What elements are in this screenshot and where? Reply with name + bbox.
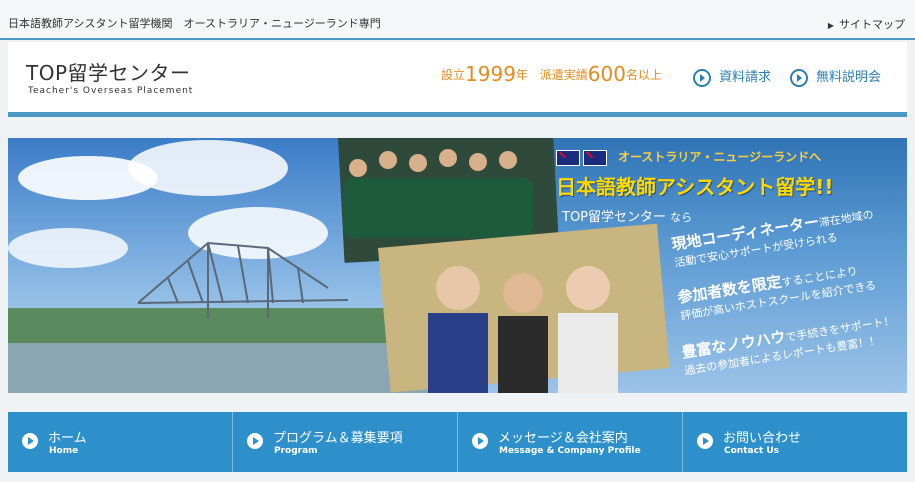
est-prefix: 設立 [441,68,466,82]
site-tagline: 日本語教師アシスタント留学機関 オーストラリア・ニュージーランド専門 [8,17,381,30]
hero-sub-small: なら [670,211,693,224]
main-nav: ホーム Home プログラム＆募集要項 Program メッセージ＆会社案内 M… [8,412,907,472]
record-prefix: 派遣実績 [539,68,588,82]
logo-title[interactable]: TOP留学センター [26,57,191,86]
nav-label-jp: メッセージ＆会社案内 [498,431,628,446]
hero-copy: オーストラリア・ニュージーランドへ 日本語教師アシスタント留学!! TOP留学セ… [8,138,907,393]
hero-sub-main: TOP留学センター [562,210,667,225]
hero-destinations: オーストラリア・ニュージーランドへ [618,150,822,164]
australia-flag-icon [556,150,580,166]
nav-label-en: Message & Company Profile [499,446,641,456]
nav-label-jp: お問い合わせ [723,431,802,446]
hero-banner[interactable]: オーストラリア・ニュージーランドへ 日本語教師アシスタント留学!! TOP留学セ… [8,138,907,393]
nav-program[interactable]: プログラム＆募集要項 Program [233,412,458,472]
feature-limited-participants: 参加者数を限定することにより 評価が高いホストスクールを紹介できる [676,256,877,323]
est-year-unit: 年 [515,68,528,82]
nav-label-jp: ホーム [48,431,87,446]
hero-headline: 日本語教師アシスタント留学!! [556,175,834,199]
logo-subtitle: Teacher's Overseas Placement [28,86,194,96]
top-bar: 日本語教師アシスタント留学機関 オーストラリア・ニュージーランド専門 ▶ サイトマ… [0,0,915,40]
free-seminar-label: 無料説明会 [816,70,882,85]
record-count: 600 [587,62,626,86]
nav-label-en: Program [274,446,318,456]
feature-knowhow: 豊富なノウハウで手続きをサポート！ 過去の参加者によるレポートも豊富！！ [680,308,898,378]
play-circle-icon [472,433,488,449]
triangle-right-icon: ▶ [827,21,834,30]
play-circle-icon [22,433,38,449]
play-circle-icon [790,68,808,87]
est-year: 1999 [465,62,516,86]
request-materials-button[interactable]: 資料請求 [693,66,771,87]
play-circle-icon [697,433,713,449]
nav-message-company[interactable]: メッセージ＆会社案内 Message & Company Profile [458,412,683,472]
play-circle-icon [693,68,711,87]
newzealand-flag-icon [583,150,607,166]
sitemap-link[interactable]: ▶ サイトマップ [828,16,905,32]
header: TOP留学センター Teacher's Overseas Placement 設… [8,42,907,117]
record-suffix: 名以上 [625,68,662,82]
hero-subheadline: TOP留学センター なら [562,206,692,225]
nav-label-en: Contact Us [724,446,780,456]
established-info: 設立1999年 派遣実績600名以上 [441,62,662,86]
nav-home[interactable]: ホーム Home [8,412,233,472]
free-seminar-button[interactable]: 無料説明会 [790,66,881,87]
nav-label-en: Home [49,446,79,456]
play-circle-icon [247,433,263,449]
sitemap-label: サイトマップ [839,18,905,31]
request-materials-label: 資料請求 [719,70,772,85]
nav-contact[interactable]: お問い合わせ Contact Us [683,412,907,472]
nav-label-jp: プログラム＆募集要項 [273,431,403,446]
